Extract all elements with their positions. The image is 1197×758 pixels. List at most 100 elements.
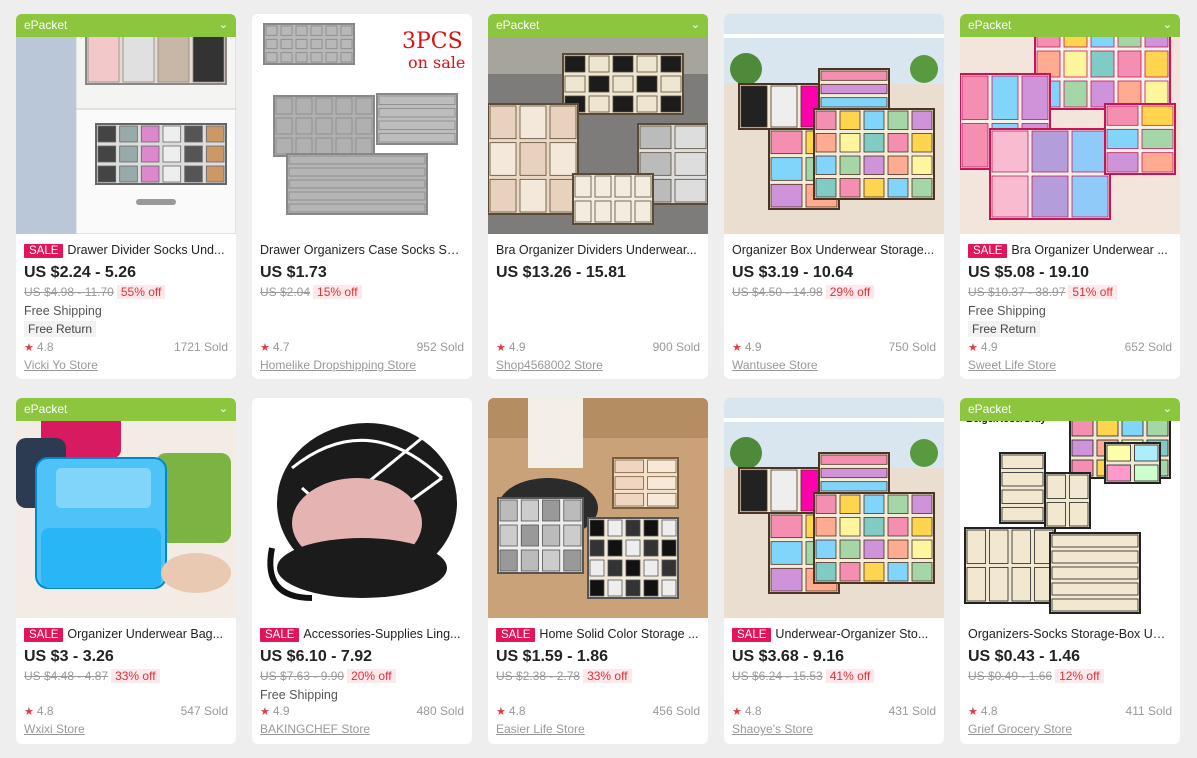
beige-boxes-image: Beige/Rose/Gray: [960, 398, 1180, 618]
epacket-banner: ePacket ⌄: [488, 14, 708, 37]
product-title[interactable]: Organizers-Socks Storage-Box Und...: [968, 627, 1172, 641]
store-link[interactable]: Wantusee Store: [732, 357, 818, 373]
sold-count: 1721 Sold: [173, 340, 228, 354]
product-title-line[interactable]: SALE Bra Organizer Underwear ...: [968, 242, 1172, 258]
chevron-down-icon[interactable]: ⌄: [219, 398, 228, 421]
product-price: US $2.24 - 5.26: [24, 264, 137, 281]
product-title[interactable]: Drawer Organizers Case Socks Sca...: [260, 243, 464, 257]
product-card[interactable]: Beige/Rose/GrayePacket ⌄ Organizers-Socks …: [960, 398, 1180, 744]
product-price: US $0.43 - 1.46: [968, 648, 1081, 665]
product-title[interactable]: Bra Organizer Underwear ...: [1011, 243, 1167, 257]
sold-count: 456 Sold: [652, 704, 700, 718]
original-price-line: US $4.48 - 4.87 33% off: [24, 667, 228, 685]
product-title[interactable]: Bra Organizer Dividers Underwear...: [496, 243, 697, 257]
pink-organizer-image: [960, 14, 1180, 234]
product-price: US $13.26 - 15.81: [496, 264, 626, 281]
store-link[interactable]: Homelike Dropshipping Store: [260, 357, 416, 373]
product-title-line[interactable]: Organizers-Socks Storage-Box Und...: [968, 626, 1172, 642]
product-image[interactable]: 3PCS on sale: [252, 14, 472, 234]
product-card[interactable]: ePacket ⌄ SALE Drawer Divider Socks Und... U…: [16, 14, 236, 379]
product-card[interactable]: SALE Underwear-Organizer Sto... US $3.68 -…: [724, 398, 944, 744]
store-link[interactable]: Sweet Life Store: [968, 357, 1056, 373]
product-price: US $3.19 - 10.64: [732, 264, 853, 281]
product-card[interactable]: 3PCS on sale Drawer Organizers Case Socks …: [252, 14, 472, 379]
epacket-banner: ePacket ⌄: [960, 398, 1180, 421]
product-card[interactable]: SALE Home Solid Color Storage ... US $1.59…: [488, 398, 708, 744]
product-image[interactable]: [724, 398, 944, 618]
product-title-line[interactable]: Bra Organizer Dividers Underwear...: [496, 242, 700, 258]
star-icon: ★: [732, 706, 742, 718]
drawer-organizer-image: [16, 14, 236, 234]
store-link[interactable]: Vicki Yo Store: [24, 357, 98, 373]
discount-badge: 55% off: [116, 285, 166, 299]
product-image[interactable]: [488, 398, 708, 618]
original-price-line: US $6.24 - 15.53 41% off: [732, 667, 936, 685]
product-image[interactable]: [488, 14, 708, 234]
rating-value: 4.8: [508, 704, 526, 718]
product-title[interactable]: Drawer Divider Socks Und...: [67, 243, 224, 257]
product-image[interactable]: [960, 14, 1180, 234]
product-title[interactable]: Accessories-Supplies Ling...: [303, 627, 460, 641]
product-card[interactable]: ePacket ⌄ SALE Organizer Underwear Bag... US…: [16, 398, 236, 744]
rating-row: ★ 4.9 750 Sold: [732, 338, 936, 356]
chevron-down-icon[interactable]: ⌄: [1163, 398, 1172, 421]
store-link[interactable]: Easier Life Store: [496, 721, 585, 737]
original-price: US $7.63 - 9.90: [260, 669, 345, 683]
sale-badge: SALE: [732, 628, 772, 642]
product-title-line[interactable]: Organizer Box Underwear Storage...: [732, 242, 936, 258]
store-link[interactable]: Shaoye's Store: [732, 721, 813, 737]
rating-row: ★ 4.7 952 Sold: [260, 338, 464, 356]
product-title-line[interactable]: SALE Organizer Underwear Bag...: [24, 626, 228, 642]
chevron-down-icon[interactable]: ⌄: [1163, 14, 1172, 37]
store-link[interactable]: Shop4568002 Store: [496, 357, 603, 373]
rating-value: 4.7: [272, 340, 290, 354]
epacket-label: ePacket: [968, 18, 1012, 32]
product-price: US $6.10 - 7.92: [260, 648, 373, 665]
rating-row: ★ 4.8 431 Sold: [732, 702, 936, 720]
rating-row: ★ 4.9 480 Sold: [260, 702, 464, 720]
product-image[interactable]: [16, 14, 236, 234]
product-image[interactable]: Beige/Rose/Gray: [960, 398, 1180, 618]
store-link[interactable]: Wxixi Store: [24, 721, 85, 737]
rating-value: 4.9: [744, 340, 762, 354]
chevron-down-icon[interactable]: ⌄: [691, 14, 700, 37]
product-price: US $1.59 - 1.86: [496, 648, 609, 665]
rating-value: 4.8: [980, 704, 998, 718]
product-title[interactable]: Organizer Box Underwear Storage...: [732, 243, 934, 257]
product-title[interactable]: Organizer Underwear Bag...: [67, 627, 223, 641]
product-title-line[interactable]: SALE Home Solid Color Storage ...: [496, 626, 700, 642]
product-title-line[interactable]: SALE Underwear-Organizer Sto...: [732, 626, 936, 642]
store-link[interactable]: BAKINGCHEF Store: [260, 721, 370, 737]
sale-badge: SALE: [260, 628, 300, 642]
product-title-line[interactable]: Drawer Organizers Case Socks Sca...: [260, 242, 464, 258]
star-icon: ★: [732, 342, 742, 354]
product-image[interactable]: [252, 398, 472, 618]
original-price: US $2.04: [260, 285, 311, 299]
discount-badge: 15% off: [313, 285, 362, 299]
product-title-line[interactable]: SALE Accessories-Supplies Ling...: [260, 626, 464, 642]
product-image[interactable]: [16, 398, 236, 618]
product-card[interactable]: SALE Accessories-Supplies Ling... US $6.10…: [252, 398, 472, 744]
product-card[interactable]: ePacket ⌄ Bra Organizer Dividers Underwear…: [488, 14, 708, 379]
product-title[interactable]: Home Solid Color Storage ...: [539, 627, 698, 641]
discount-badge: 20% off: [347, 669, 396, 683]
product-title-line[interactable]: SALE Drawer Divider Socks Und...: [24, 242, 228, 258]
product-title[interactable]: Underwear-Organizer Sto...: [775, 627, 928, 641]
star-icon: ★: [496, 342, 506, 354]
rating-value: 4.8: [36, 340, 54, 354]
organizer-boxes-image: [724, 14, 944, 234]
free-shipping-label: Free Shipping: [968, 304, 1046, 318]
chevron-down-icon[interactable]: ⌄: [219, 14, 228, 37]
product-card[interactable]: ePacket ⌄ SALE Bra Organizer Underwear ... U…: [960, 14, 1180, 379]
epacket-label: ePacket: [24, 18, 68, 32]
sold-count: 750 Sold: [888, 340, 936, 354]
rating-row: ★ 4.8 1721 Sold: [24, 338, 228, 356]
product-image[interactable]: [724, 14, 944, 234]
original-price-line: US $4.98 - 11.70 55% off: [24, 283, 228, 301]
sold-count: 952 Sold: [416, 340, 464, 354]
discount-badge: 41% off: [825, 669, 875, 683]
product-card[interactable]: Organizer Box Underwear Storage... US $3.…: [724, 14, 944, 379]
sale-badge: SALE: [24, 628, 64, 642]
store-link[interactable]: Grief Grocery Store: [968, 721, 1072, 737]
rating-row: ★ 4.9 900 Sold: [496, 338, 700, 356]
